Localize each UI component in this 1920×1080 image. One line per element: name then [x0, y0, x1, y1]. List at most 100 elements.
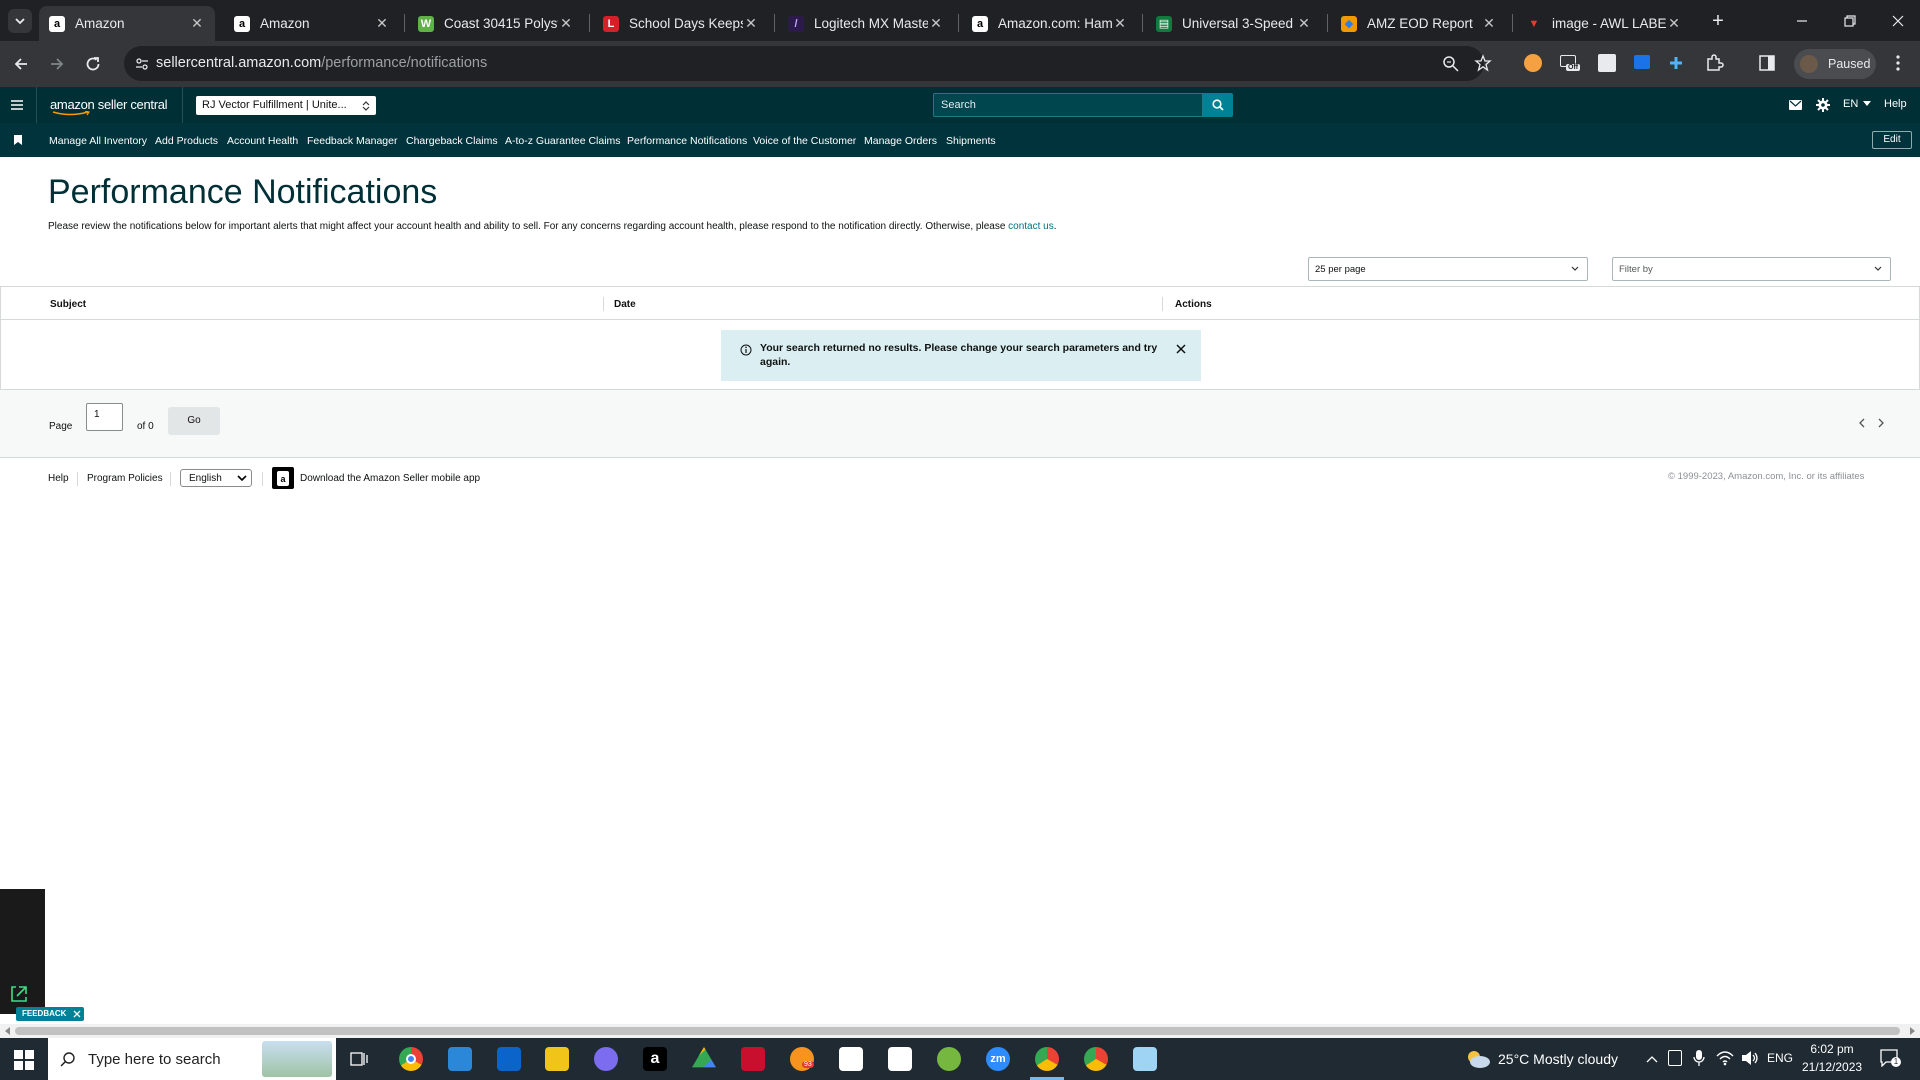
- nav-item-manage-orders[interactable]: Manage Orders: [864, 135, 937, 147]
- browser-tab[interactable]: a Amazon ✕: [39, 6, 215, 41]
- taskbar-doc-app-2-icon[interactable]: [888, 1047, 912, 1071]
- browser-tab[interactable]: ▼ image - AWL LABEL ✕: [1516, 6, 1692, 41]
- column-header-date[interactable]: Date: [614, 299, 636, 310]
- close-feedback-icon[interactable]: [73, 1010, 81, 1018]
- scroll-right-icon[interactable]: [1908, 1027, 1916, 1035]
- clock[interactable]: 6:02 pm 21/12/2023: [1802, 1042, 1862, 1074]
- extension-off-icon[interactable]: Off: [1560, 53, 1582, 75]
- profile-button[interactable]: Paused: [1794, 49, 1876, 79]
- bookmark-star-icon[interactable]: [1474, 54, 1492, 72]
- account-selector[interactable]: RJ Vector Fulfillment | Unite...: [196, 96, 376, 115]
- settings-button[interactable]: [1816, 98, 1830, 112]
- microphone-icon[interactable]: [1693, 1049, 1705, 1067]
- taskbar-store-icon[interactable]: [497, 1047, 521, 1071]
- tab-close-icon[interactable]: ✕: [743, 15, 759, 32]
- open-external-icon[interactable]: [8, 983, 30, 1005]
- taskbar-doc-app-icon[interactable]: [839, 1047, 863, 1071]
- seller-app-icon[interactable]: a: [272, 467, 294, 489]
- reload-button[interactable]: [83, 54, 103, 74]
- taskbar-chrome-2-icon[interactable]: [1035, 1047, 1059, 1071]
- input-language[interactable]: ENG: [1767, 1051, 1793, 1065]
- edit-nav-button[interactable]: Edit: [1872, 131, 1912, 149]
- forward-button[interactable]: [47, 54, 67, 74]
- wifi-icon[interactable]: [1716, 1050, 1734, 1066]
- browser-tab[interactable]: L School Days Keepsake✕: [593, 6, 769, 41]
- bookmark-icon[interactable]: [14, 135, 22, 145]
- browser-tab[interactable]: ◆ AMZ EOD Report ✕: [1331, 6, 1507, 41]
- nav-item-feedback-manager[interactable]: Feedback Manager: [307, 135, 397, 147]
- tab-close-icon[interactable]: ✕: [1666, 15, 1682, 32]
- browser-tab[interactable]: W Coast 30415 Polyster✕: [408, 6, 584, 41]
- minimize-button[interactable]: [1790, 9, 1814, 33]
- taskbar-amazon-icon[interactable]: a: [643, 1047, 667, 1071]
- browser-menu-button[interactable]: [1888, 53, 1908, 73]
- tab-close-icon[interactable]: ✕: [1481, 15, 1497, 32]
- help-link[interactable]: Help: [1884, 98, 1907, 110]
- tray-chevron-up-icon[interactable]: [1646, 1054, 1658, 1064]
- extension-plus-icon[interactable]: [1668, 55, 1684, 71]
- taskbar-app-icon[interactable]: [594, 1047, 618, 1071]
- tab-search-button[interactable]: [8, 9, 32, 33]
- feedback-tag[interactable]: FEEDBACK: [16, 1007, 84, 1021]
- extension-image-icon[interactable]: [1598, 54, 1616, 72]
- seller-central-logo[interactable]: amazon seller central: [50, 97, 168, 116]
- messages-button[interactable]: [1789, 99, 1803, 111]
- address-bar[interactable]: sellercentral.amazon.com/performance/not…: [124, 46, 1492, 81]
- restore-button[interactable]: [1838, 9, 1862, 33]
- browser-tab[interactable]: / Logitech MX Master 3✕: [778, 6, 954, 41]
- nav-item-manage-all-inventory[interactable]: Manage All Inventory: [49, 135, 147, 147]
- start-button[interactable]: [14, 1050, 34, 1070]
- nav-item-chargeback-claims[interactable]: Chargeback Claims: [406, 135, 498, 147]
- per-page-select[interactable]: 25 per page: [1308, 257, 1588, 281]
- taskbar-telegram-icon[interactable]: 93: [790, 1047, 814, 1071]
- taskbar-chrome-3-icon[interactable]: [1084, 1047, 1108, 1071]
- nav-item-performance-notifications[interactable]: Performance Notifications: [627, 135, 747, 147]
- previous-page-icon[interactable]: [1857, 417, 1867, 429]
- program-policies-link[interactable]: Program Policies: [87, 473, 163, 484]
- next-page-icon[interactable]: [1876, 417, 1886, 429]
- page-number-input[interactable]: 1: [86, 403, 123, 431]
- taskbar-mail-icon[interactable]: [448, 1047, 472, 1071]
- taskbar-search-box[interactable]: Type here to search: [48, 1038, 336, 1080]
- nav-item-shipments[interactable]: Shipments: [946, 135, 996, 147]
- horizontal-scrollbar[interactable]: [0, 1024, 1920, 1038]
- tab-close-icon[interactable]: ✕: [189, 15, 205, 32]
- new-tab-button[interactable]: +: [1706, 10, 1730, 34]
- extensions-puzzle-button[interactable]: [1704, 53, 1724, 73]
- contact-us-link[interactable]: contact us: [1008, 221, 1054, 232]
- nav-item-voice-of-the-customer[interactable]: Voice of the Customer: [753, 135, 856, 147]
- taskbar-zoom-icon[interactable]: zm: [986, 1047, 1010, 1071]
- taskbar-torrent-icon[interactable]: [937, 1047, 961, 1071]
- language-selector[interactable]: EN: [1843, 98, 1872, 110]
- nav-item-add-products[interactable]: Add Products: [155, 135, 218, 147]
- zoom-icon[interactable]: [1442, 55, 1460, 73]
- close-alert-icon[interactable]: [1176, 344, 1186, 354]
- floating-side-widget[interactable]: [0, 889, 45, 1014]
- tab-close-icon[interactable]: ✕: [1112, 15, 1128, 32]
- close-window-button[interactable]: [1886, 9, 1910, 33]
- taskbar-chrome-icon[interactable]: [399, 1047, 423, 1071]
- browser-tab[interactable]: ▤ Universal 3-Speed Ce✕: [1146, 6, 1322, 41]
- footer-language-select[interactable]: English: [180, 469, 252, 487]
- back-button[interactable]: [11, 54, 31, 74]
- weather-text[interactable]: 25°C Mostly cloudy: [1498, 1051, 1618, 1067]
- tab-close-icon[interactable]: ✕: [1296, 15, 1312, 32]
- nav-item-account-health[interactable]: Account Health: [227, 135, 298, 147]
- browser-tab[interactable]: a Amazon.com: Hampt ✕: [962, 6, 1138, 41]
- seller-search-input[interactable]: Search: [933, 93, 1203, 117]
- nav-item-a-to-z-guarantee-claims[interactable]: A-to-z Guarantee Claims: [505, 135, 621, 147]
- taskbar-notepad-icon[interactable]: [1133, 1047, 1157, 1071]
- task-view-button[interactable]: [350, 1050, 368, 1068]
- tab-close-icon[interactable]: ✕: [928, 15, 944, 32]
- scroll-left-icon[interactable]: [4, 1027, 12, 1035]
- browser-tab[interactable]: a Amazon ✕: [224, 6, 400, 41]
- site-info-icon[interactable]: [134, 56, 150, 72]
- taskbar-file-explorer-icon[interactable]: [545, 1047, 569, 1071]
- go-button[interactable]: Go: [168, 407, 220, 435]
- weather-icon[interactable]: [1465, 1048, 1491, 1070]
- taskbar-drive-icon[interactable]: [692, 1047, 716, 1068]
- notification-center-button[interactable]: 1: [1880, 1049, 1901, 1067]
- extension-chrome-icon[interactable]: [1524, 54, 1542, 72]
- extension-fb-icon[interactable]: [1634, 55, 1650, 69]
- download-app-link[interactable]: Download the Amazon Seller mobile app: [300, 473, 480, 484]
